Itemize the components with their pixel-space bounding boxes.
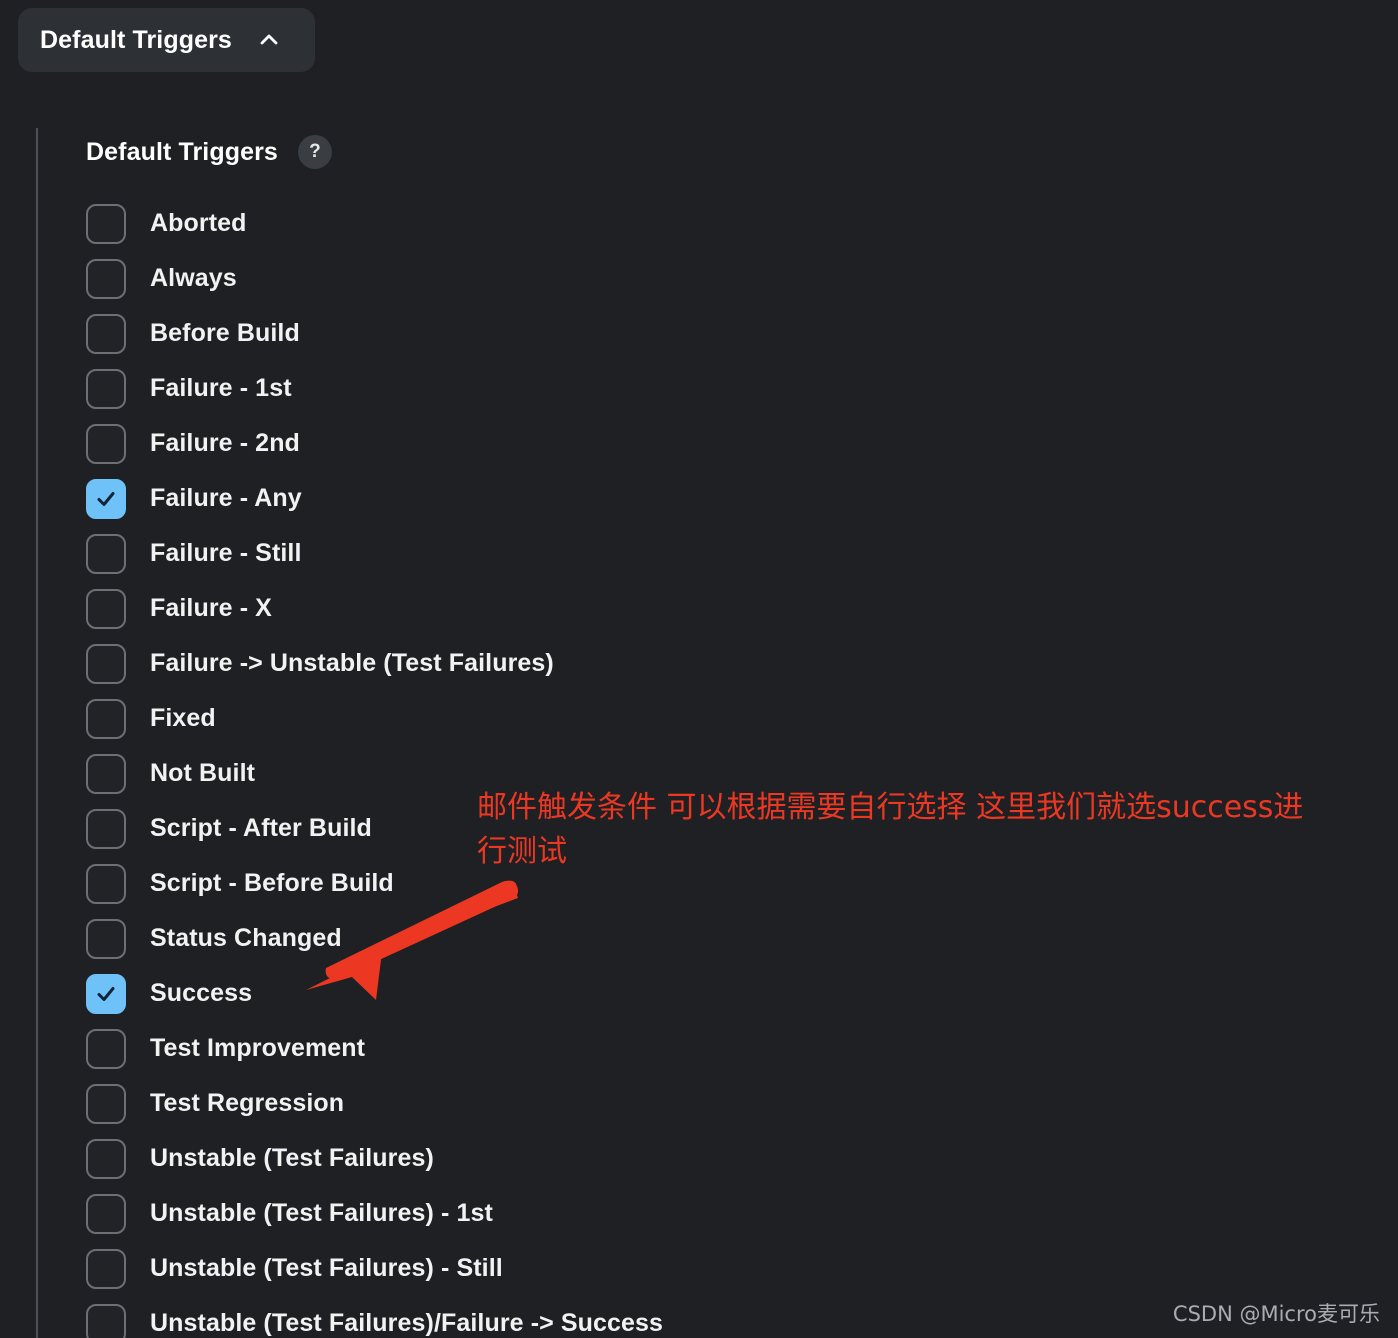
checkbox-checked[interactable] (86, 478, 126, 519)
trigger-row[interactable]: Before Build (86, 306, 1398, 361)
trigger-row[interactable]: Failure - Still (86, 526, 1398, 581)
trigger-row[interactable]: Test Improvement (86, 1021, 1398, 1076)
checkbox-unchecked[interactable] (86, 588, 126, 629)
trigger-label: Failure -> Unstable (Test Failures) (150, 649, 554, 677)
trigger-row[interactable]: Failure -> Unstable (Test Failures) (86, 636, 1398, 691)
default-triggers-collapse-header[interactable]: Default Triggers (18, 8, 315, 72)
trigger-label: Script - Before Build (150, 869, 394, 897)
trigger-row[interactable]: Not Built (86, 746, 1398, 801)
checkbox-unchecked[interactable] (86, 643, 126, 684)
chevron-up-icon[interactable] (258, 29, 280, 51)
trigger-label: Status Changed (150, 924, 342, 952)
trigger-label: Failure - X (150, 594, 272, 622)
trigger-label: Failure - 2nd (150, 429, 300, 457)
trigger-label: Unstable (Test Failures)/Failure -> Succ… (150, 1309, 664, 1337)
trigger-row[interactable]: Unstable (Test Failures)/Failure -> Succ… (86, 1296, 1398, 1338)
checkbox-unchecked[interactable] (86, 698, 126, 739)
checkbox-unchecked[interactable] (86, 1138, 126, 1179)
trigger-row[interactable]: Unstable (Test Failures) (86, 1131, 1398, 1186)
checkbox-unchecked[interactable] (86, 203, 126, 244)
checkbox-checked[interactable] (86, 973, 126, 1014)
trigger-label: Unstable (Test Failures) - 1st (150, 1199, 493, 1227)
trigger-row[interactable]: Always (86, 251, 1398, 306)
trigger-label: Before Build (150, 319, 300, 347)
trigger-label: Test Improvement (150, 1034, 366, 1062)
checkbox-unchecked[interactable] (86, 808, 126, 849)
trigger-label: Aborted (150, 209, 247, 237)
default-triggers-section: Default Triggers ? Aborted Always Before B… (36, 128, 1398, 1338)
trigger-checkbox-list: Aborted Always Before Build Failure - 1st Fa… (86, 196, 1398, 1338)
trigger-row[interactable]: Unstable (Test Failures) - 1st (86, 1186, 1398, 1241)
trigger-label: Failure - 1st (150, 374, 292, 402)
trigger-row[interactable]: Failure - X (86, 581, 1398, 636)
default-triggers-header-label: Default Triggers (40, 25, 232, 54)
trigger-label: Failure - Any (150, 484, 302, 512)
checkbox-unchecked[interactable] (86, 533, 126, 574)
trigger-label: Unstable (Test Failures) (150, 1144, 434, 1172)
checkbox-unchecked[interactable] (86, 753, 126, 794)
trigger-row[interactable]: Failure - Any (86, 471, 1398, 526)
checkbox-unchecked[interactable] (86, 918, 126, 959)
checkbox-unchecked[interactable] (86, 1083, 126, 1124)
trigger-label: Fixed (150, 704, 216, 732)
trigger-row[interactable]: Test Regression (86, 1076, 1398, 1131)
trigger-row[interactable]: Unstable (Test Failures) - Still (86, 1241, 1398, 1296)
trigger-label: Test Regression (150, 1089, 345, 1117)
trigger-label: Failure - Still (150, 539, 302, 567)
trigger-row[interactable]: Status Changed (86, 911, 1398, 966)
checkbox-unchecked[interactable] (86, 423, 126, 464)
trigger-row[interactable]: Success (86, 966, 1398, 1021)
help-icon[interactable]: ? (297, 135, 332, 169)
trigger-label: Success (150, 979, 253, 1007)
checkbox-unchecked[interactable] (86, 863, 126, 904)
trigger-label: Unstable (Test Failures) - Still (150, 1254, 503, 1282)
checkbox-unchecked[interactable] (86, 1248, 126, 1289)
checkbox-unchecked[interactable] (86, 1028, 126, 1069)
section-title-row: Default Triggers ? (86, 130, 1398, 174)
page-title: Default Triggers (86, 137, 278, 166)
checkbox-unchecked[interactable] (86, 258, 126, 299)
trigger-row[interactable]: Failure - 1st (86, 361, 1398, 416)
trigger-row[interactable]: Failure - 2nd (86, 416, 1398, 471)
checkbox-unchecked[interactable] (86, 1303, 126, 1338)
trigger-label: Always (150, 264, 237, 292)
trigger-label: Not Built (150, 759, 256, 787)
trigger-row[interactable]: Script - After Build (86, 801, 1398, 856)
checkbox-unchecked[interactable] (86, 313, 126, 354)
trigger-label: Script - After Build (150, 814, 372, 842)
trigger-row[interactable]: Fixed (86, 691, 1398, 746)
checkbox-unchecked[interactable] (86, 1193, 126, 1234)
trigger-row[interactable]: Script - Before Build (86, 856, 1398, 911)
checkbox-unchecked[interactable] (86, 368, 126, 409)
trigger-row[interactable]: Aborted (86, 196, 1398, 251)
